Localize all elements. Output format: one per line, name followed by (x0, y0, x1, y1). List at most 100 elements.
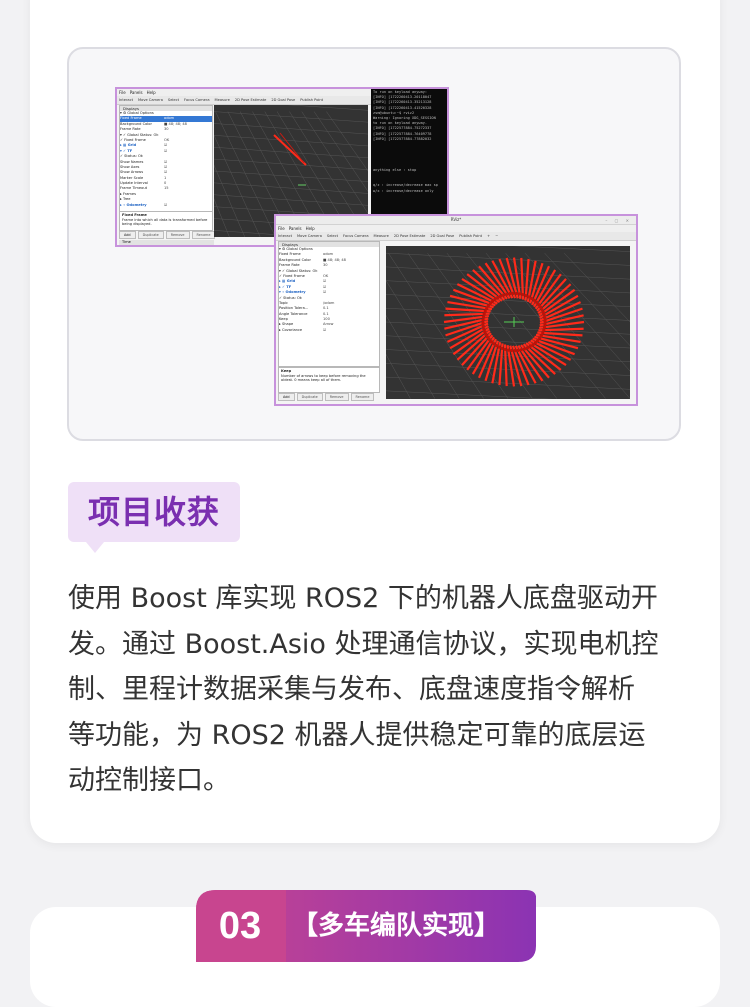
toolbar-tool[interactable]: Publish Point (300, 98, 323, 102)
arrow-head (519, 348, 523, 352)
arrow-head (540, 308, 544, 312)
arrow-head (482, 312, 486, 316)
arrow-head (542, 325, 547, 329)
arrow-head (499, 294, 503, 298)
panel-button[interactable]: Remove (324, 393, 349, 401)
arrow-head (542, 328, 546, 332)
arrow-head (524, 293, 528, 298)
arrow-head (505, 292, 509, 296)
paragraph-line: 等功能，为 ROS2 机器人提供稳定可靠的底层运 (68, 719, 646, 751)
arrow-head (531, 343, 535, 347)
property-description: Keep Number of arrows to keep before rem… (278, 367, 380, 393)
time-panel-title: Time (119, 240, 214, 245)
paragraph-line: 动控制接口。 (68, 765, 230, 796)
toolbar-tool[interactable]: Measure (215, 98, 230, 102)
toolbar-tool[interactable]: Focus Camera (343, 234, 369, 238)
property-value: ☑ (323, 327, 327, 332)
arrow-head (511, 291, 515, 296)
toolbar-tool[interactable]: 2D Goal Pose (271, 98, 295, 102)
arrow-head (481, 315, 486, 319)
arrow-head (522, 347, 526, 351)
toolbar-tool[interactable]: Select (327, 234, 338, 238)
arrow-head (528, 344, 532, 348)
toolbar-tool[interactable]: 2D Goal Pose (430, 234, 454, 238)
display-buttons: Add Duplicate Remove Rename (278, 393, 376, 401)
toolbar-tool[interactable]: Focus Camera (184, 98, 210, 102)
section-title: 【多车编队实现】 (292, 911, 501, 941)
arrow-head (484, 332, 488, 336)
arrow-head (543, 322, 547, 326)
toolbar-tool[interactable]: 2D Pose Estimate (394, 234, 426, 238)
arrow-head (493, 297, 497, 301)
arrow-head (514, 291, 519, 296)
toolbar-tool[interactable]: Interact (278, 234, 292, 238)
displays-panel: Displays ▾ ⚙ Global Options Fixed Frame o… (278, 241, 380, 367)
terminal-line: w/x : increase/decrease only (373, 188, 434, 193)
terminal-line: q/z : increase/decrease max sp (373, 183, 438, 188)
property-value: ☑ (164, 202, 168, 207)
menu-item[interactable]: Help (306, 226, 315, 231)
harvest-tag-pointer (86, 542, 104, 553)
toolbar-tool[interactable]: Move Camera (138, 98, 163, 102)
toolbar-tool[interactable]: Measure (374, 234, 389, 238)
panel-button[interactable]: Rename (350, 393, 375, 401)
panel-button[interactable]: Add (119, 231, 136, 239)
toolbar-tool[interactable]: Publish Point (459, 234, 482, 238)
arrow-head (542, 313, 546, 317)
arrow-head (482, 327, 486, 331)
menu-item[interactable]: File (278, 226, 285, 231)
paragraph-line: 发。通过 Boost.Asio 处理通信协议，实现电机控 (68, 628, 659, 660)
menu-item[interactable]: Panels (130, 90, 143, 95)
arrow-head (481, 318, 485, 322)
panel-button[interactable]: Remove (165, 231, 190, 239)
arrow-head (509, 348, 514, 353)
arrow-head (508, 292, 512, 296)
arrow-head (496, 296, 500, 300)
toolbar-tool[interactable]: 2D Pose Estimate (235, 98, 267, 102)
toolbar-tool[interactable]: Interact (119, 98, 133, 102)
window-titlebar: RViz* – ▢ ✕ (276, 216, 636, 225)
harvest-paragraph: 使用 Boost 库实现 ROS2 下的机器人底盘驱动开 发。通过 Boost.… (68, 576, 684, 804)
window-controls[interactable]: – ▢ ✕ (605, 217, 632, 225)
3d-viewport[interactable] (386, 246, 630, 399)
panel-button[interactable]: Rename (191, 231, 216, 239)
menu-item[interactable]: File (119, 90, 126, 95)
panel-button[interactable]: Duplicate (137, 231, 164, 239)
toolbar-tool[interactable]: Select (168, 98, 179, 102)
section-number: 03 (218, 905, 262, 947)
arrow-head (530, 296, 534, 301)
arrow-head (483, 309, 487, 313)
panel-button[interactable]: Add (278, 393, 295, 401)
arrow-head (525, 346, 529, 350)
arrow-head (516, 348, 520, 352)
toolbar-tool[interactable]: + (487, 234, 490, 238)
property-key: ▸ Covariance (279, 327, 303, 332)
panel-button[interactable]: Duplicate (296, 393, 323, 401)
arrow-head (483, 329, 487, 334)
menu-bar: File Panels Help (276, 225, 636, 232)
arrow-head (527, 295, 531, 299)
property-row[interactable]: ▸ ⌁ Odometry ☑ (120, 203, 212, 208)
toolbar-tool[interactable]: Move Camera (297, 234, 322, 238)
arrow-head (513, 348, 517, 353)
arrow-head (497, 345, 501, 349)
arrow-head (503, 347, 507, 352)
arrow-head (521, 292, 525, 297)
arrow-head (481, 321, 485, 325)
displays-panel: Displays ▾ ⚙ Global Options Fixed Frame o… (119, 105, 213, 212)
rviz-window-front: RViz* – ▢ ✕ File Panels Help Interact Move … (274, 214, 638, 406)
paragraph-line: 使用 Boost 库实现 ROS2 下的机器人底盘驱动开 (68, 583, 658, 614)
menu-item[interactable]: Panels (289, 226, 302, 231)
arrow-head (500, 346, 504, 351)
menu-item[interactable]: Help (147, 90, 156, 95)
display-buttons: Add Duplicate Remove Rename (119, 231, 217, 239)
window-title: RViz* (450, 217, 462, 222)
toolbar-tool[interactable]: − (495, 234, 498, 238)
arrow-head (518, 292, 522, 296)
arrow-head (543, 316, 547, 320)
arrow-head (541, 310, 545, 315)
paragraph-line: 制、里程计数据采集与发布、底盘速度指令解析 (68, 674, 635, 705)
arrow-head (494, 343, 498, 348)
property-description: Fixed Frame Frame into which all data is… (119, 211, 213, 231)
property-row[interactable]: ▸ Covariance ☑ (279, 328, 379, 333)
